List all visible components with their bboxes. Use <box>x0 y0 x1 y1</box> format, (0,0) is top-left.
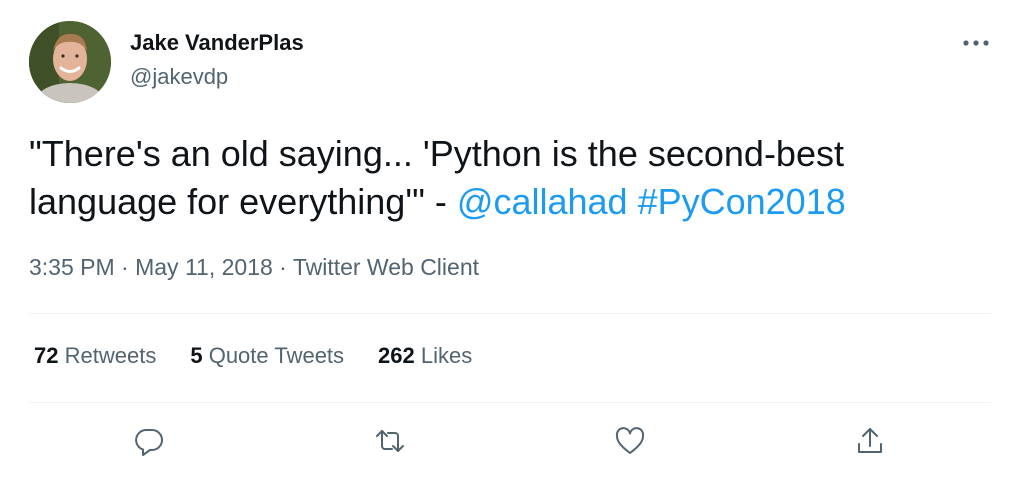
quote-tweets-stat[interactable]: 5 Quote Tweets <box>190 343 344 369</box>
meta-separator: · <box>272 254 293 280</box>
divider <box>29 313 991 314</box>
more-horizontal-icon <box>963 40 989 46</box>
divider <box>29 402 991 403</box>
likes-count: 262 <box>378 343 415 368</box>
likes-stat[interactable]: 262 Likes <box>378 343 472 369</box>
retweet-icon <box>376 430 404 452</box>
tweet-text: "There's an old saying... 'Python is the… <box>29 130 989 226</box>
tweet-meta: 3:35 PM · May 11, 2018 · Twitter Web Cli… <box>29 254 479 281</box>
mention-link[interactable]: @callahad <box>457 181 628 222</box>
reply-button[interactable] <box>126 418 172 464</box>
quote-tweets-count: 5 <box>190 343 203 368</box>
tweet-client[interactable]: Twitter Web Client <box>293 254 479 280</box>
engagement-stats: 72 Retweets 5 Quote Tweets 262 Likes <box>34 343 472 369</box>
hashtag-link[interactable]: #PyCon2018 <box>638 181 846 222</box>
action-bar <box>0 418 1026 468</box>
avatar-image <box>29 21 111 103</box>
tweet-date[interactable]: May 11, 2018 <box>135 254 273 280</box>
quote-tweets-label: Quote Tweets <box>208 343 345 368</box>
avatar[interactable] <box>29 21 111 103</box>
retweet-button[interactable] <box>367 418 413 464</box>
like-button[interactable] <box>607 418 653 464</box>
tweet-time[interactable]: 3:35 PM <box>29 254 115 280</box>
more-options-button[interactable] <box>956 28 996 58</box>
author-display-name[interactable]: Jake VanderPlas <box>130 30 304 56</box>
share-icon <box>858 428 882 453</box>
reply-icon <box>135 429 163 456</box>
tweet-card: Jake VanderPlas @jakevdp "There's an old… <box>0 0 1026 488</box>
retweets-count: 72 <box>34 343 59 368</box>
author-handle[interactable]: @jakevdp <box>130 64 228 90</box>
likes-label: Likes <box>420 343 473 368</box>
retweets-label: Retweets <box>64 343 157 368</box>
retweets-stat[interactable]: 72 Retweets <box>34 343 156 369</box>
meta-separator: · <box>114 254 136 280</box>
heart-icon <box>615 427 645 454</box>
share-button[interactable] <box>847 418 893 464</box>
